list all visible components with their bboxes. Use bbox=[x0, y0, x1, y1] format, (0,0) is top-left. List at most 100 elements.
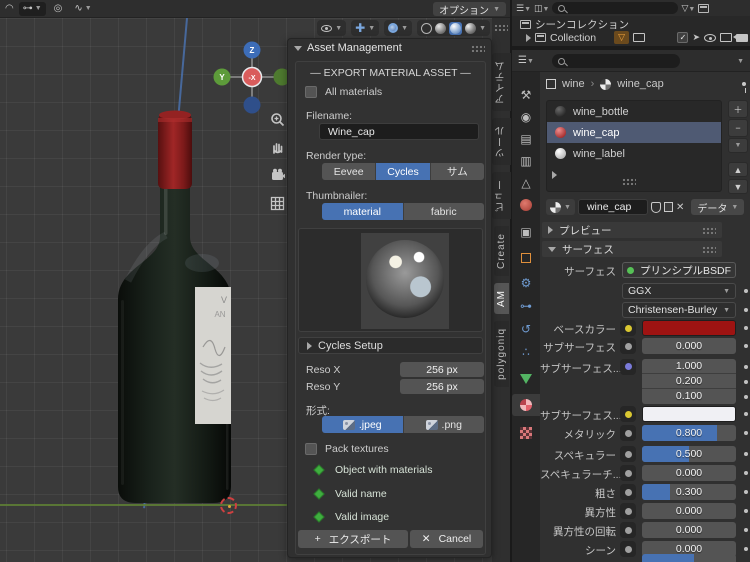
sidebar-tab-Create[interactable]: Create bbox=[493, 226, 509, 277]
object-data-tab[interactable] bbox=[512, 368, 540, 390]
show-gizmo-group[interactable]: ▼ bbox=[317, 20, 347, 36]
chevron-down-icon[interactable]: ▼ bbox=[737, 58, 744, 65]
checkbox-toggle[interactable]: ✓ bbox=[677, 32, 689, 43]
viewport-3d[interactable]: ◠ ⊶ ▼ ◎ ∿ ▼ オプション ▼ ▼ ✚ ▼ ▼ ▼ V AN Z Y -… bbox=[0, 0, 511, 562]
add-slot-button[interactable]: ＋ bbox=[728, 100, 748, 118]
texture-tab[interactable] bbox=[512, 422, 540, 444]
scene-tab[interactable]: △ bbox=[512, 172, 540, 194]
outliner-search-input[interactable] bbox=[552, 2, 679, 14]
slot-wine_label[interactable]: wine_label bbox=[547, 143, 721, 164]
breadcrumb-material[interactable]: wine_cap bbox=[617, 78, 663, 90]
surface-section-header[interactable]: サーフェス bbox=[542, 241, 722, 257]
filter-id-button[interactable]: ◫▼ bbox=[534, 3, 549, 14]
remove-slot-button[interactable]: − bbox=[728, 119, 748, 137]
value-slider[interactable]: 1.000 bbox=[642, 358, 736, 374]
render-type-thumb[interactable]: サム bbox=[430, 163, 484, 180]
socket-button[interactable] bbox=[620, 446, 636, 462]
decorator-dot-icon[interactable] bbox=[744, 509, 748, 513]
pan-hand-icon[interactable] bbox=[266, 136, 288, 158]
selectable-cursor-icon[interactable]: ➤ bbox=[692, 32, 700, 43]
data-menu-button[interactable]: データ ▼ bbox=[691, 199, 745, 215]
cancel-button[interactable]: ✕ Cancel bbox=[410, 530, 483, 548]
browse-material-button[interactable]: ▼ bbox=[546, 199, 575, 215]
decorator-dot-icon[interactable] bbox=[744, 490, 748, 494]
slot-wine_bottle[interactable]: wine_bottle bbox=[547, 101, 721, 122]
value-slider[interactable]: 0.200 bbox=[642, 373, 736, 389]
collection-row[interactable]: Collection ▽ ✓ ➤ bbox=[526, 31, 748, 44]
render-type-eevee[interactable]: Eevee bbox=[322, 163, 376, 180]
decorator-dot-icon[interactable] bbox=[744, 308, 748, 312]
sidebar-tab-ビュー[interactable]: ビュー bbox=[491, 172, 511, 219]
slot-menu-button[interactable]: ▼ bbox=[728, 138, 748, 153]
constraints-tab[interactable]: ⊶ bbox=[512, 295, 540, 317]
decorator-dot-icon[interactable] bbox=[744, 471, 748, 475]
proportional-editing-button[interactable]: ◎ bbox=[50, 2, 67, 16]
socket-button[interactable] bbox=[620, 465, 636, 481]
socket-button[interactable] bbox=[620, 338, 636, 354]
unlink-icon[interactable]: ✕ bbox=[676, 202, 684, 213]
value-slider[interactable]: 0.800 bbox=[642, 425, 736, 441]
snap-target-button[interactable]: ⊶ ▼ bbox=[18, 1, 46, 16]
render-tab[interactable]: ◉ bbox=[512, 106, 540, 128]
socket-button[interactable] bbox=[620, 320, 636, 336]
surface-node-button[interactable]: プリンシプルBSDF bbox=[622, 262, 736, 278]
dropdown-Christensen-Burley[interactable]: Christensen-Burley ▼ bbox=[622, 302, 736, 318]
falloff-curve-button[interactable]: ∿ ▼ bbox=[70, 2, 95, 16]
slot-wine_cap[interactable]: wine_cap bbox=[547, 122, 721, 143]
world-tab[interactable] bbox=[512, 194, 540, 216]
socket-button[interactable] bbox=[620, 358, 636, 375]
value-slider[interactable]: 0.000 bbox=[642, 503, 736, 519]
modifiers-tab[interactable]: ⚙ bbox=[512, 272, 540, 294]
filename-input[interactable]: Wine_cap bbox=[319, 123, 479, 140]
render-camera-icon[interactable] bbox=[733, 33, 748, 42]
drag-grip-icon[interactable] bbox=[471, 44, 485, 52]
breadcrumb-object[interactable]: wine bbox=[562, 78, 585, 90]
value-slider[interactable]: 0.000 bbox=[642, 522, 736, 538]
material-preview-selected[interactable] bbox=[449, 21, 463, 35]
filter-button[interactable]: ▽▼ bbox=[681, 3, 695, 14]
cursor-3d[interactable] bbox=[220, 497, 237, 514]
color-swatch[interactable] bbox=[642, 406, 736, 422]
slot-specials-icon[interactable] bbox=[552, 171, 557, 179]
grid-ortho-icon[interactable] bbox=[266, 192, 288, 214]
value-slider[interactable]: 0.100 bbox=[642, 388, 736, 404]
collection-tab[interactable]: ▣ bbox=[512, 221, 540, 243]
navigation-gizmo[interactable]: Z Y -X bbox=[208, 38, 296, 118]
sidebar-tab-polygoniq[interactable]: polygoniq bbox=[493, 321, 509, 387]
value-slider[interactable]: 0.000 bbox=[642, 338, 736, 354]
decorator-dot-icon[interactable] bbox=[744, 289, 748, 293]
asset-panel-header[interactable]: Asset Management bbox=[288, 39, 491, 57]
scene-collection-row[interactable]: シーンコレクション bbox=[520, 17, 629, 32]
sidebar-tab-ツール[interactable]: ツール bbox=[491, 118, 511, 165]
format-png[interactable]: .png bbox=[403, 416, 484, 433]
value-slider[interactable]: 0.000 bbox=[642, 465, 736, 481]
move-slot-up-button[interactable]: ▲ bbox=[728, 162, 748, 177]
new-material-copy-icon[interactable] bbox=[663, 200, 678, 212]
pack-textures-checkbox[interactable] bbox=[305, 443, 317, 455]
decorator-dot-icon[interactable] bbox=[744, 344, 748, 348]
zoom-icon[interactable] bbox=[266, 108, 288, 130]
decorator-dot-icon[interactable] bbox=[744, 412, 748, 416]
color-swatch[interactable] bbox=[642, 320, 736, 336]
socket-button[interactable] bbox=[620, 503, 636, 519]
decorator-dot-icon[interactable] bbox=[744, 379, 748, 384]
sidebar-tab-AM[interactable]: AM bbox=[493, 283, 509, 315]
output-tab[interactable]: ▤ bbox=[512, 128, 540, 150]
reso-x-field[interactable]: 256 px bbox=[400, 362, 484, 377]
render-type-cycles[interactable]: Cycles bbox=[376, 163, 430, 180]
properties-search-input[interactable] bbox=[552, 54, 680, 68]
fake-user-shield-icon[interactable] bbox=[650, 201, 661, 213]
socket-button[interactable] bbox=[620, 425, 636, 441]
gizmos-toggle[interactable]: ✚ ▼ bbox=[351, 20, 380, 36]
format-jpeg[interactable]: .jpeg bbox=[322, 416, 403, 433]
preview-section-header[interactable]: プレビュー bbox=[542, 222, 722, 238]
dropdown-GGX[interactable]: GGX ▼ bbox=[622, 283, 736, 299]
new-collection-icon[interactable] bbox=[698, 3, 710, 13]
decorator-dot-icon[interactable] bbox=[744, 528, 748, 532]
socket-button[interactable] bbox=[620, 484, 636, 500]
visibility-eye-icon[interactable] bbox=[704, 33, 716, 42]
particles-tab[interactable]: ∴ bbox=[512, 341, 540, 363]
rendered-shading-icon[interactable] bbox=[465, 22, 477, 34]
magnet-icon[interactable]: ◠ bbox=[4, 2, 15, 16]
reso-y-field[interactable]: 256 px bbox=[400, 379, 484, 394]
